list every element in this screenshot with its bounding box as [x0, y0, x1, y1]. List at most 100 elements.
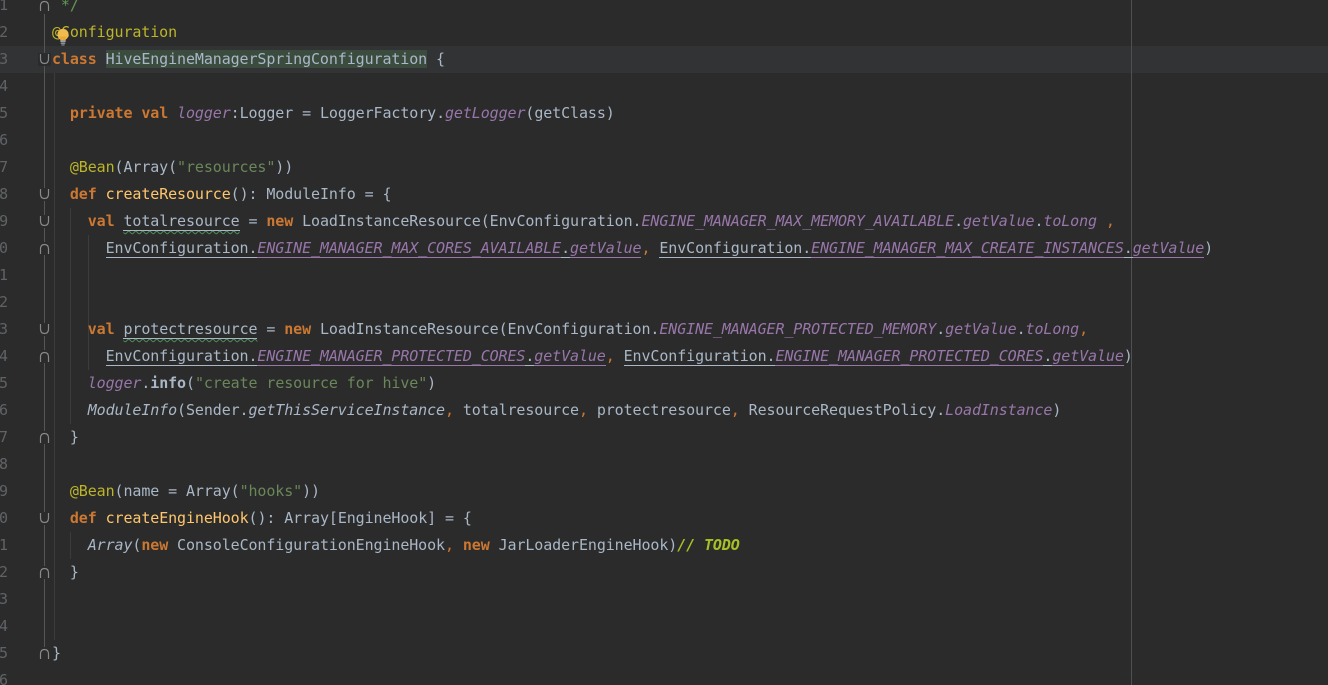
- code-token: }: [52, 563, 79, 581]
- code-token: [52, 509, 70, 527]
- code-line[interactable]: @Configuration: [52, 19, 1328, 46]
- code-token: getValue: [963, 212, 1034, 230]
- code-token: (: [132, 536, 141, 554]
- code-line[interactable]: [52, 586, 1328, 613]
- line-number: 16: [0, 397, 8, 424]
- code-token: [52, 158, 70, 176]
- code-token: ,: [445, 536, 454, 554]
- code-token: ,: [606, 347, 615, 365]
- line-number: 25: [0, 640, 8, 667]
- code-line[interactable]: }: [52, 640, 1328, 667]
- line-number: 24: [0, 613, 8, 640]
- code-token: protectresource: [588, 401, 731, 419]
- fold-collapse-icon[interactable]: [38, 512, 51, 525]
- fold-end-icon[interactable]: [38, 647, 51, 660]
- code-line[interactable]: [52, 73, 1328, 100]
- code-line[interactable]: */: [52, 0, 1328, 19]
- fold-collapse-icon[interactable]: [38, 53, 51, 66]
- line-number: 15: [0, 370, 8, 397]
- fold-end-icon[interactable]: [38, 431, 51, 444]
- line-number: 10: [0, 235, 8, 262]
- line-number: 26: [0, 667, 8, 685]
- fold-collapse-icon[interactable]: [38, 323, 51, 336]
- code-token: [97, 185, 106, 203]
- code-line[interactable]: @Bean(Array("resources")): [52, 154, 1328, 181]
- code-token: JarLoaderEngineHook): [490, 536, 678, 554]
- code-line[interactable]: [52, 262, 1328, 289]
- code-token: ): [427, 374, 436, 392]
- line-number: 11: [0, 262, 8, 289]
- code-token: [132, 104, 141, 122]
- code-token: =: [257, 320, 284, 338]
- code-line[interactable]: [52, 667, 1328, 685]
- code-line[interactable]: class HiveEngineManagerSpringConfigurati…: [52, 46, 1328, 73]
- code-token: [52, 320, 88, 338]
- code-token: (name = Array(: [115, 482, 240, 500]
- code-line[interactable]: }: [52, 424, 1328, 451]
- line-number: 5: [0, 100, 8, 127]
- code-token: val: [141, 104, 168, 122]
- intention-lightbulb-icon[interactable]: [56, 28, 70, 46]
- fold-end-icon[interactable]: [38, 350, 51, 363]
- code-token: [52, 185, 70, 203]
- code-token: ): [1124, 347, 1133, 365]
- code-line[interactable]: val totalresource = new LoadInstanceReso…: [52, 208, 1328, 235]
- code-token: getValue: [570, 239, 641, 258]
- code-token: "resources": [177, 158, 275, 176]
- code-token: [168, 104, 177, 122]
- code-token: [52, 401, 88, 419]
- fold-end-icon[interactable]: [38, 242, 51, 255]
- code-line[interactable]: private val logger:Logger = LoggerFactor…: [52, 100, 1328, 127]
- code-line[interactable]: Array(new ConsoleConfigurationEngineHook…: [52, 532, 1328, 559]
- code-line[interactable]: @Bean(name = Array("hooks")): [52, 478, 1328, 505]
- code-editor[interactable]: 1234567891011121314151617181920212223242…: [0, 0, 1328, 685]
- code-line[interactable]: EnvConfiguration.ENGINE_MANAGER_PROTECTE…: [52, 343, 1328, 370]
- code-line[interactable]: [52, 289, 1328, 316]
- fold-collapse-icon[interactable]: [38, 215, 51, 228]
- code-token: HiveEngineManagerSpringConfiguration: [106, 50, 428, 68]
- code-token: [97, 50, 106, 68]
- code-token: */: [52, 0, 79, 14]
- code-token: ,: [1079, 320, 1088, 338]
- code-line[interactable]: val protectresource = new LoadInstanceRe…: [52, 316, 1328, 343]
- code-token: ENGINE_MANAGER_MAX_CORES_AVAILABLE: [257, 239, 561, 258]
- code-line[interactable]: }: [52, 559, 1328, 586]
- code-token: [52, 374, 88, 392]
- code-token: ModuleInfo: [88, 401, 177, 419]
- code-token: val: [88, 212, 115, 230]
- code-token: getValue: [1133, 239, 1204, 258]
- code-token: @Bean: [70, 158, 115, 176]
- code-token: )): [275, 158, 293, 176]
- code-token: ENGINE_MANAGER_MAX_CREATE_INSTANCES: [811, 239, 1124, 258]
- code-token: // TODO: [677, 536, 740, 554]
- code-token: =: [240, 212, 267, 230]
- code-token: .: [561, 239, 570, 258]
- code-token: [52, 347, 106, 365]
- code-token: ): [1204, 239, 1213, 257]
- code-token: ,: [579, 401, 588, 419]
- code-line[interactable]: ModuleInfo(Sender.getThisServiceInstance…: [52, 397, 1328, 424]
- code-token: logger: [177, 104, 231, 122]
- line-number: 9: [0, 208, 8, 235]
- code-line[interactable]: EnvConfiguration.ENGINE_MANAGER_MAX_CORE…: [52, 235, 1328, 262]
- code-line[interactable]: def createResource(): ModuleInfo = {: [52, 181, 1328, 208]
- line-number: 8: [0, 181, 8, 208]
- fold-end-icon[interactable]: [38, 0, 51, 12]
- code-token: (): Array[EngineHook] = {: [249, 509, 472, 527]
- code-line[interactable]: def createEngineHook(): Array[EngineHook…: [52, 505, 1328, 532]
- line-number: 19: [0, 478, 8, 505]
- code-line[interactable]: logger.info("create resource for hive"): [52, 370, 1328, 397]
- code-token: ,: [1106, 212, 1115, 230]
- code-token: createEngineHook: [106, 509, 249, 527]
- code-line[interactable]: [52, 127, 1328, 154]
- code-token: logger: [88, 374, 142, 392]
- code-token: ): [1052, 401, 1061, 419]
- fold-collapse-icon[interactable]: [38, 188, 51, 201]
- code-token: )): [302, 482, 320, 500]
- code-token: toLong: [1026, 320, 1080, 338]
- code-token: .: [525, 347, 534, 366]
- code-token: ResourceRequestPolicy.: [740, 401, 945, 419]
- code-line[interactable]: [52, 451, 1328, 478]
- fold-end-icon[interactable]: [38, 566, 51, 579]
- code-line[interactable]: [52, 613, 1328, 640]
